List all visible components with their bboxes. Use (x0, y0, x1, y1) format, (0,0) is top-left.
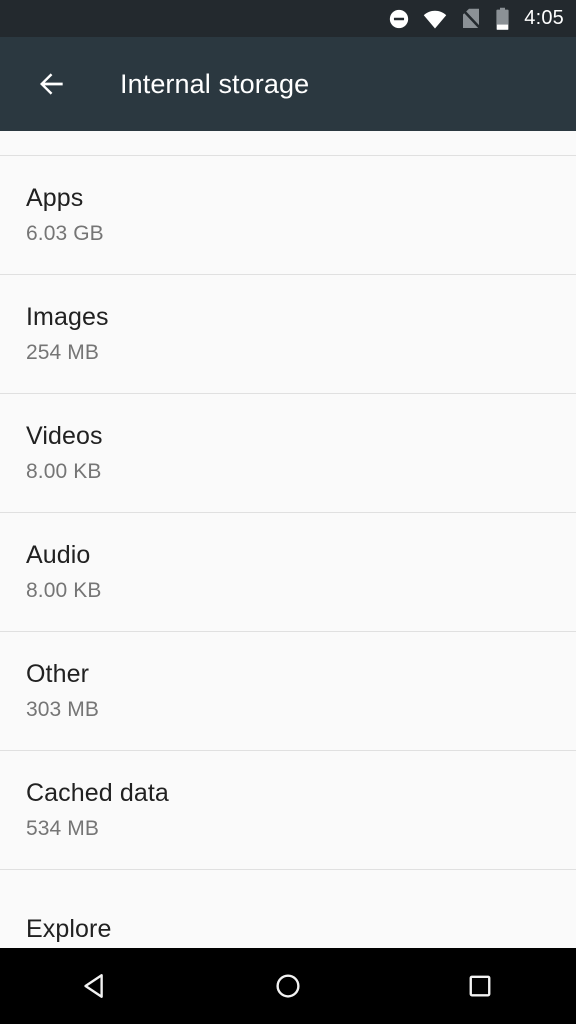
page-title: Internal storage (120, 68, 310, 99)
list-item-size: 534 MB (26, 817, 99, 840)
list-item-size: 303 MB (26, 698, 99, 721)
status-bar-icons (388, 7, 510, 31)
no-sim-icon (460, 8, 482, 29)
list-item-title: Images (26, 303, 109, 331)
arrow-left-icon (40, 73, 63, 95)
storage-category-list: Apps 6.03 GB Images 254 MB Videos 8.00 K… (0, 131, 576, 948)
status-bar: 4:05 (0, 0, 576, 37)
phone-screen: 4:05 Internal storage Apps 6.03 GB Image… (0, 0, 576, 1024)
list-item-images[interactable]: Images 254 MB (0, 275, 576, 393)
list-item-title: Explore (26, 915, 112, 943)
list-item-audio[interactable]: Audio 8.00 KB (0, 513, 576, 631)
do-not-disturb-icon (388, 8, 410, 30)
list-item-cached-data[interactable]: Cached data 534 MB (0, 751, 576, 869)
list-item-title: Audio (26, 541, 91, 569)
triangle-left-icon (84, 974, 103, 998)
list-item-other[interactable]: Other 303 MB (0, 632, 576, 750)
list-item-title: Cached data (26, 779, 169, 807)
list-item-title: Apps (26, 184, 84, 212)
nav-home-button[interactable] (243, 948, 333, 1024)
list-item-apps[interactable]: Apps 6.03 GB (0, 156, 576, 274)
square-icon (469, 975, 491, 997)
list-item-title: Videos (26, 422, 103, 450)
system-navigation-bar (0, 948, 576, 1024)
list-item-size: 6.03 GB (26, 222, 104, 245)
list-top-spacer (0, 131, 576, 155)
battery-icon (495, 7, 510, 31)
nav-recents-button[interactable] (435, 948, 525, 1024)
list-item-title: Other (26, 660, 90, 688)
nav-back-button[interactable] (51, 948, 141, 1024)
list-item-explore[interactable]: Explore (0, 870, 576, 948)
list-item-size: 8.00 KB (26, 579, 102, 602)
wifi-icon (423, 9, 447, 29)
list-item-size: 254 MB (26, 341, 99, 364)
back-button[interactable] (28, 60, 76, 108)
circle-icon (276, 974, 300, 998)
status-bar-clock: 4:05 (524, 7, 564, 29)
list-item-size: 8.00 KB (26, 460, 102, 483)
list-item-videos[interactable]: Videos 8.00 KB (0, 394, 576, 512)
app-bar: Internal storage (0, 37, 576, 131)
